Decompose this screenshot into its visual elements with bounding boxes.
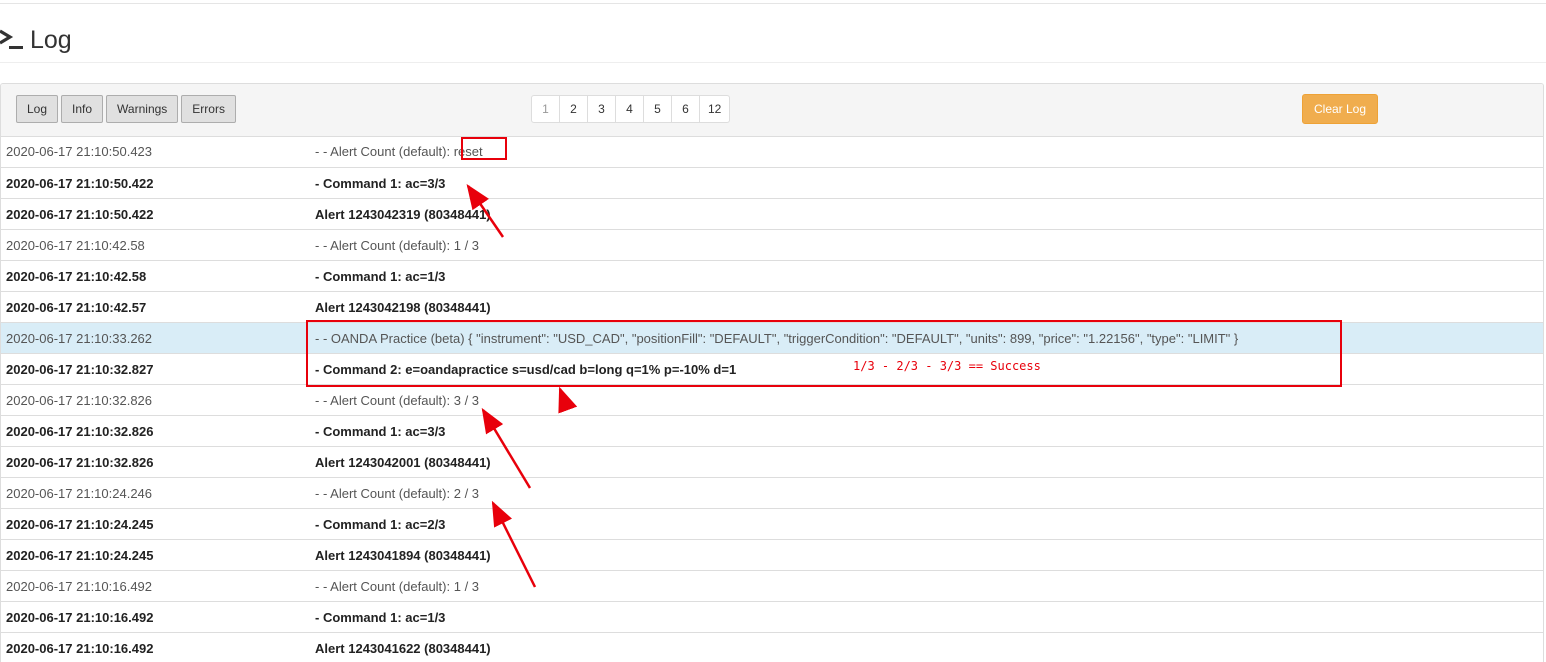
- annotation-success-note: 1/3 - 2/3 - 3/3 == Success: [853, 359, 1041, 373]
- page-4-button[interactable]: 4: [615, 95, 644, 123]
- terminal-prompt-icon: [0, 26, 28, 54]
- log-timestamp: 2020-06-17 21:10:32.826: [6, 392, 153, 408]
- log-timestamp: 2020-06-17 21:10:24.246: [6, 485, 153, 501]
- log-table: 2020-06-17 21:10:50.423 - - Alert Count (…: [1, 136, 1543, 662]
- annotation-box-order: [306, 320, 1342, 387]
- log-timestamp: 2020-06-17 21:10:50.423: [6, 144, 153, 159]
- log-timestamp: 2020-06-17 21:10:32.826: [6, 423, 154, 439]
- log-message: - Command 1: ac=1/3: [315, 268, 446, 284]
- annotation-box-reset: [461, 137, 507, 160]
- log-row: 2020-06-17 21:10:42.57 Alert 1243042198 (…: [1, 291, 1543, 322]
- log-timestamp: 2020-06-17 21:10:50.422: [6, 175, 154, 191]
- log-timestamp: 2020-06-17 21:10:16.492: [6, 578, 153, 594]
- log-row: 2020-06-17 21:10:16.492 - Command 1: ac=1…: [1, 601, 1543, 632]
- page-2-button[interactable]: 2: [559, 95, 588, 123]
- header-divider: [0, 62, 1546, 63]
- log-message: - - Alert Count (default): 1 / 3: [315, 237, 480, 253]
- log-row: 2020-06-17 21:10:24.245 - Command 1: ac=2…: [1, 508, 1543, 539]
- pagination: 1 2 3 4 5 6 12: [531, 95, 731, 123]
- filter-errors-button[interactable]: Errors: [181, 95, 236, 123]
- log-message: - Command 1: ac=3/3: [315, 423, 446, 439]
- log-message: - - Alert Count (default): 1 / 3: [315, 578, 480, 594]
- clear-log-button[interactable]: Clear Log: [1302, 94, 1378, 124]
- log-row: 2020-06-17 21:10:50.423 - - Alert Count (…: [1, 136, 1543, 167]
- log-row: 2020-06-17 21:10:32.826 - - Alert Count (…: [1, 384, 1543, 415]
- log-message: Alert 1243042001 (80348441): [315, 454, 491, 470]
- page-1-button[interactable]: 1: [531, 95, 560, 123]
- log-timestamp: 2020-06-17 21:10:16.492: [6, 640, 154, 656]
- filter-button-group: Log Info Warnings Errors: [16, 95, 236, 123]
- log-timestamp: 2020-06-17 21:10:50.422: [6, 206, 154, 222]
- filter-info-button[interactable]: Info: [61, 95, 104, 123]
- log-timestamp: 2020-06-17 21:10:32.827: [6, 361, 154, 377]
- log-timestamp: 2020-06-17 21:10:32.826: [6, 454, 154, 470]
- log-timestamp: 2020-06-17 21:10:42.57: [6, 299, 147, 315]
- log-row: 2020-06-17 21:10:16.492 Alert 1243041622 …: [1, 632, 1543, 662]
- top-divider: [0, 3, 1546, 4]
- log-message: Alert 1243042198 (80348441): [315, 299, 491, 315]
- log-row: 2020-06-17 21:10:32.826 Alert 1243042001 …: [1, 446, 1543, 477]
- page-3-button[interactable]: 3: [587, 95, 616, 123]
- log-row: 2020-06-17 21:10:50.422 - Command 1: ac=3…: [1, 167, 1543, 198]
- log-timestamp: 2020-06-17 21:10:24.245: [6, 516, 154, 532]
- page-5-button[interactable]: 5: [643, 95, 672, 123]
- log-row: 2020-06-17 21:10:42.58 - - Alert Count (d…: [1, 229, 1543, 260]
- log-row: 2020-06-17 21:10:50.422 Alert 1243042319 …: [1, 198, 1543, 229]
- log-timestamp: 2020-06-17 21:10:42.58: [6, 268, 147, 284]
- page-12-button[interactable]: 12: [699, 95, 731, 123]
- filter-warnings-button[interactable]: Warnings: [106, 95, 179, 123]
- log-timestamp: 2020-06-17 21:10:33.262: [6, 330, 153, 346]
- log-message: - Command 1: ac=2/3: [315, 516, 446, 532]
- log-message: Alert 1243041622 (80348441): [315, 640, 491, 656]
- log-message: Alert 1243041894 (80348441): [315, 547, 491, 563]
- log-timestamp: 2020-06-17 21:10:16.492: [6, 609, 154, 625]
- log-message: - - Alert Count (default): 3 / 3: [315, 392, 480, 408]
- log-message: - - Alert Count (default): 2 / 3: [315, 485, 480, 501]
- log-message: - Command 1: ac=1/3: [315, 609, 446, 625]
- log-timestamp: 2020-06-17 21:10:24.245: [6, 547, 154, 563]
- page-6-button[interactable]: 6: [671, 95, 700, 123]
- log-row: 2020-06-17 21:10:16.492 - - Alert Count (…: [1, 570, 1543, 601]
- page-title: Log: [30, 25, 72, 54]
- log-timestamp: 2020-06-17 21:10:42.58: [6, 237, 145, 253]
- log-message: - Command 1: ac=3/3: [315, 175, 446, 191]
- log-row: 2020-06-17 21:10:24.246 - - Alert Count (…: [1, 477, 1543, 508]
- log-toolbar: Log Info Warnings Errors 1 2 3 4 5 6 12 …: [1, 84, 1543, 137]
- filter-log-button[interactable]: Log: [16, 95, 59, 123]
- log-message: Alert 1243042319 (80348441): [315, 206, 491, 222]
- log-row: 2020-06-17 21:10:42.58 - Command 1: ac=1/…: [1, 260, 1543, 291]
- log-row: 2020-06-17 21:10:32.826 - Command 1: ac=3…: [1, 415, 1543, 446]
- log-message: - - Alert Count (default): reset: [315, 144, 483, 159]
- page-header: Log: [0, 22, 72, 58]
- log-row: 2020-06-17 21:10:24.245 Alert 1243041894 …: [1, 539, 1543, 570]
